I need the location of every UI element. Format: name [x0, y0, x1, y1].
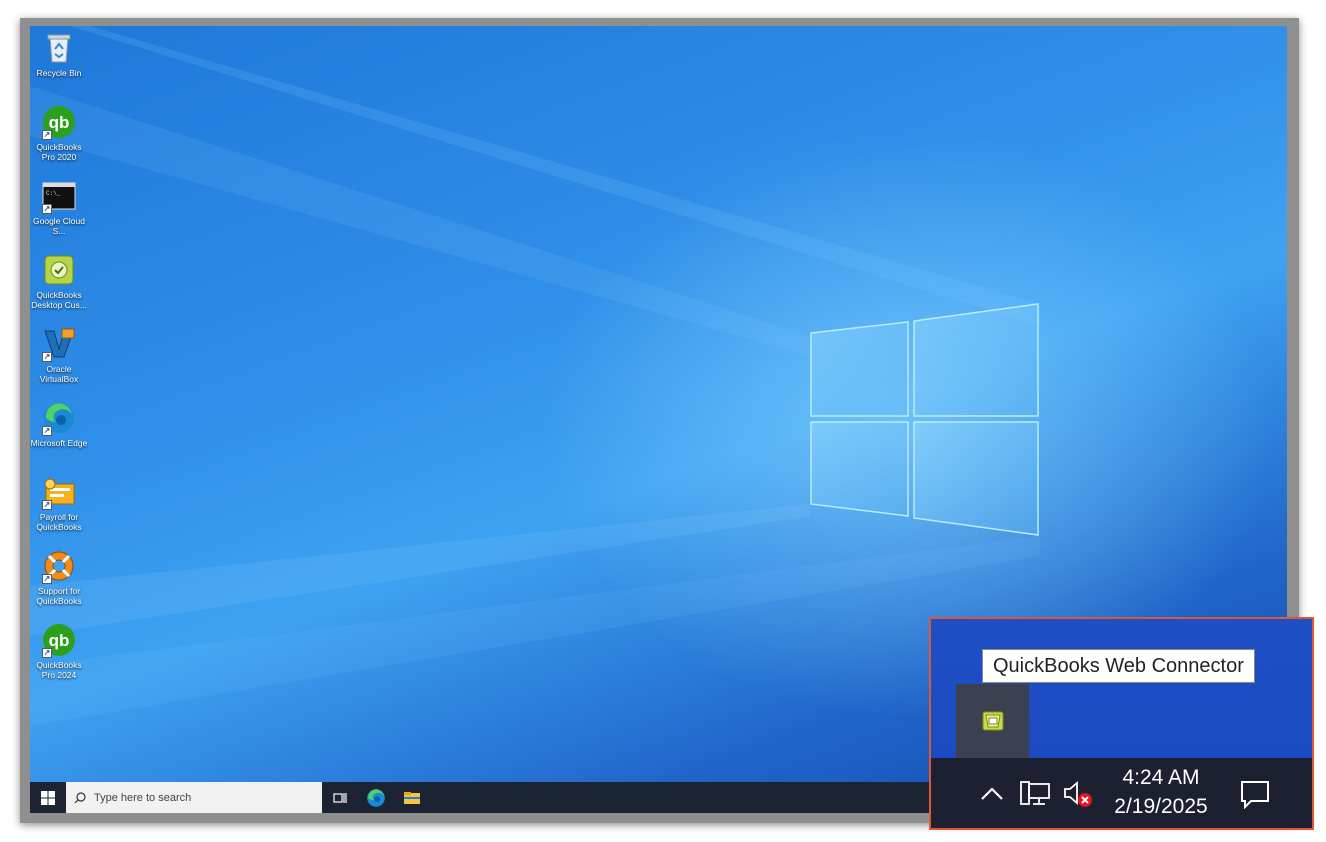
desktop-icon-label: QuickBooks Pro 2020 — [36, 142, 82, 162]
desktop-icon-oracle-virtualbox[interactable]: ↗ Oracle VirtualBox — [33, 326, 85, 398]
clock-time: 4:24 AM — [1122, 766, 1200, 789]
shortcut-arrow-icon: ↗ — [42, 204, 52, 214]
desktop-icon-quickbooks-pro-2024[interactable]: qb ↗ QuickBooks Pro 2024 — [33, 622, 85, 694]
desktop-icon-label: Payroll for QuickBooks — [36, 512, 82, 532]
zoomed-taskbar: 4:24 AM 2/19/2025 — [931, 758, 1312, 828]
quickbooks-web-connector-icon — [982, 711, 1003, 731]
action-center-button[interactable] — [1233, 774, 1277, 814]
desktop-icon-google-cloud-sdk[interactable]: C:\_ ↗ Google Cloud S... — [33, 178, 85, 250]
shortcut-arrow-icon: ↗ — [42, 574, 52, 584]
shortcut-arrow-icon: ↗ — [42, 352, 52, 362]
search-placeholder: Type here to search — [94, 791, 192, 804]
windows-logo — [810, 303, 1039, 536]
volume-button[interactable] — [1061, 776, 1097, 812]
taskbar-edge-button[interactable] — [358, 782, 394, 813]
desktop-icon-label: QuickBooks Desktop Cus... — [31, 290, 87, 310]
taskbar-search-box[interactable]: Type here to search — [66, 782, 322, 813]
shortcut-arrow-icon: ↗ — [42, 130, 52, 140]
quickbooks-icon: qb ↗ — [41, 622, 77, 658]
edge-icon — [367, 788, 385, 807]
search-icon — [74, 791, 86, 803]
payroll-icon: ↗ — [41, 474, 77, 510]
desktop-icon-label: Oracle VirtualBox — [39, 364, 79, 384]
desktop-icon-label: Support for QuickBooks — [36, 586, 82, 606]
start-button[interactable] — [30, 782, 66, 813]
tray-overflow-panel — [956, 684, 1029, 758]
show-hidden-icons-button[interactable] — [975, 776, 1009, 812]
quickbooks-icon: qb ↗ — [41, 104, 77, 140]
quickbooks-connector-icon — [41, 252, 77, 288]
desktop-icon-payroll-for-quickbooks[interactable]: ↗ Payroll for QuickBooks — [33, 474, 85, 546]
terminal-icon: C:\_ ↗ — [41, 178, 77, 214]
chevron-up-icon — [981, 787, 1003, 800]
shortcut-arrow-icon: ↗ — [42, 648, 52, 658]
task-view-button[interactable] — [322, 782, 358, 813]
windows-start-icon — [41, 790, 55, 805]
lifebuoy-icon: ↗ — [41, 548, 77, 584]
tooltip: QuickBooks Web Connector — [982, 649, 1255, 683]
desktop-icon-label: Recycle Bin — [36, 68, 82, 78]
zoomed-tray-inset: QuickBooks Web Connector 4:24 AM 2/19/20… — [929, 617, 1314, 830]
edge-icon: ↗ — [41, 400, 77, 436]
quickbooks-web-connector-tray-button[interactable] — [978, 706, 1008, 736]
shortcut-arrow-icon: ↗ — [42, 426, 52, 436]
taskbar-clock[interactable]: 4:24 AM 2/19/2025 — [1107, 764, 1215, 822]
recycle-bin-icon — [41, 30, 77, 66]
desktop-icon-quickbooks-pro-2020[interactable]: qb ↗ QuickBooks Pro 2020 — [33, 104, 85, 176]
taskbar-file-explorer-button[interactable] — [394, 782, 430, 813]
desktop-icon-microsoft-edge[interactable]: ↗ Microsoft Edge — [30, 400, 88, 472]
desktop-icon-recycle-bin[interactable]: Recycle Bin — [33, 30, 85, 102]
volume-muted-icon — [1064, 781, 1092, 807]
task-view-icon — [333, 792, 347, 803]
desktop-icon-quickbooks-desktop-cus[interactable]: QuickBooks Desktop Cus... — [31, 252, 87, 324]
svg-text:C:\_: C:\_ — [46, 190, 61, 197]
desktop-icon-label: Microsoft Edge — [30, 438, 88, 448]
file-explorer-icon — [404, 791, 420, 804]
clock-date: 2/19/2025 — [1114, 795, 1208, 818]
desktop-icon-support-for-quickbooks[interactable]: ↗ Support for QuickBooks — [33, 548, 85, 620]
desktop-icon-label: Google Cloud S... — [33, 216, 85, 236]
action-center-icon — [1241, 781, 1269, 809]
network-button[interactable] — [1017, 776, 1053, 812]
network-icon — [1020, 781, 1050, 805]
desktop-icon-label: QuickBooks Pro 2024 — [36, 660, 82, 680]
virtualbox-icon: ↗ — [41, 326, 77, 362]
shortcut-arrow-icon: ↗ — [42, 500, 52, 510]
